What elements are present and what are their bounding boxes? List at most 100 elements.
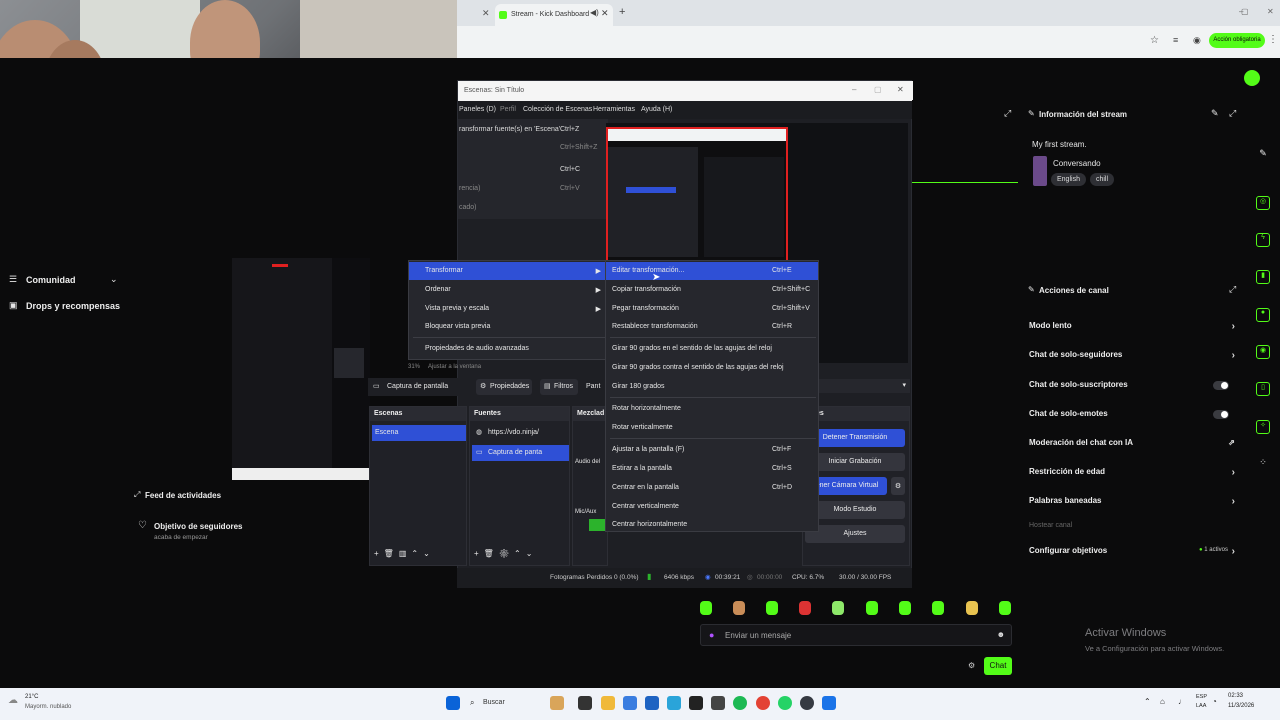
edit-icon[interactable]: ✎ [1211,108,1219,119]
widgets-icon[interactable] [550,696,564,710]
terminal-icon[interactable] [689,696,703,710]
menu-item-lock-preview[interactable]: Bloquear vista previa [409,318,605,336]
spotify-icon[interactable] [733,696,747,710]
menu-panels[interactable]: Paneles (D) [459,106,496,113]
menu-item-copy-transform[interactable]: Copiar transformación Ctrl+Shift+C [606,281,818,299]
menu-item-order[interactable]: Ordenar ▶ [409,281,605,299]
chat-input[interactable]: ● Enviar un mensaje ☻ [700,624,1012,646]
emote[interactable] [966,601,978,615]
emote[interactable] [799,601,811,615]
new-tab-icon[interactable]: + [619,6,625,18]
close-tab-icon[interactable]: ✕ [601,8,609,19]
toggle-switch[interactable] [1213,381,1229,390]
scene-item[interactable]: Escena [372,425,466,441]
action-followers-only[interactable]: Chat de solo-seguidores › [1029,350,1239,368]
sidebar-item-drops[interactable]: Drops y recompensas [26,301,120,311]
taskbar-search[interactable]: Buscar [483,699,505,706]
menu-item-center-horizontal[interactable]: Centrar horizontalmente [606,516,818,534]
edit-menu-label[interactable]: cado) [459,204,477,211]
menu-item-flip-vertical[interactable]: Rotar verticalmente [606,419,818,437]
menu-item-flip-horizontal[interactable]: Rotar horizontalmente [606,400,818,418]
clipboard-icon[interactable]: ▮ [1256,270,1270,284]
virtual-cam-settings-icon[interactable]: ⚙ [891,477,905,495]
task-view-icon[interactable] [578,696,592,710]
menu-item-edit-transform[interactable]: Editar transformación... Ctrl+E [606,262,818,280]
action-banned-words[interactable]: Palabras baneadas › [1029,496,1239,514]
menu-tools[interactable]: Herramientas [593,106,635,113]
emote[interactable] [932,601,944,615]
calculator-icon[interactable] [711,696,725,710]
emote[interactable] [999,601,1011,615]
settings-button[interactable]: Ajustes [805,525,905,543]
bolt-icon[interactable]: ϟ [1256,233,1270,247]
action-configure-goals[interactable]: Configurar objetivos ● 1 activos › [1029,546,1239,564]
language[interactable]: ESP [1196,694,1207,700]
edit-menu-item[interactable]: ransformar fuente(s) en 'Escena' [459,126,560,133]
action-required-button[interactable]: Acción obligatoria [1209,33,1265,48]
source-item-capture[interactable]: ▭ Captura de panta [472,445,569,461]
network-icon[interactable]: ⌂ [1160,697,1165,706]
emote[interactable] [700,601,712,615]
source-controls[interactable]: +🗑⚙⌃⌄ [474,549,537,558]
expand-icon[interactable]: ⤢ [1229,108,1236,119]
target-icon[interactable]: ◎ [1256,196,1270,210]
menu-item-transform[interactable]: Transformar ▶ [409,262,605,280]
emote[interactable] [832,601,844,615]
app-icon[interactable] [822,696,836,710]
pencil-icon[interactable]: ✎ [1256,148,1270,162]
menu-item-advanced-audio[interactable]: Propiedades de audio avanzadas [409,340,605,358]
preview-source-capture[interactable] [606,127,788,263]
toggle-switch[interactable] [1213,410,1229,419]
menu-help[interactable]: Ayuda (H) [641,106,672,113]
mic-icon[interactable]: ♩ [1178,697,1186,706]
minimize-icon[interactable]: – [852,85,856,94]
start-recording-button[interactable]: Iniciar Grabación [805,453,905,471]
scene-controls[interactable]: +🗑▥⌃⌄ [374,549,435,558]
menu-item-rotate-cw[interactable]: Girar 90 grados en el sentido de las agu… [606,340,818,358]
menu-item-fit-screen[interactable]: Ajustar a la pantalla (F) Ctrl+F [606,441,818,459]
emote[interactable] [733,601,745,615]
clock-date[interactable]: 11/3/2026 [1228,703,1254,709]
user-avatar[interactable] [1244,70,1260,86]
close-tab-icon[interactable]: ✕ [482,8,490,19]
menu-item-rotate-ccw[interactable]: Girar 90 grados contra el sentido de las… [606,359,818,377]
action-slow-mode[interactable]: Modo lento › [1029,321,1239,339]
properties-button[interactable]: ⚙ Propiedades [476,379,532,395]
close-window-icon[interactable]: ✕ [1267,7,1274,16]
profile-icon[interactable]: ◉ [1193,35,1201,46]
filters-button[interactable]: ▤ Filtros [540,379,578,395]
edit-menu-label[interactable]: rencia) [459,185,480,192]
emote[interactable] [866,601,878,615]
studio-mode-button[interactable]: Modo Estudio [805,501,905,519]
outlook-icon[interactable] [645,696,659,710]
action-ai-moderation[interactable]: Moderación del chat con IA ⇗ [1029,438,1239,456]
speaker-icon[interactable]: ◀) [590,8,599,17]
menu-profile[interactable]: Perfil [500,106,516,113]
fit-window-label[interactable]: Ajustar a la ventana [428,364,481,370]
sidebar-item-community[interactable]: Comunidad [26,275,76,285]
stop-streaming-button[interactable]: Detener Transmisión [805,429,905,447]
close-window-icon[interactable]: ✕ [897,85,904,94]
menu-kebab-icon[interactable]: ⋮ [1268,34,1278,45]
menu-scene-collection[interactable]: Colección de Escenas [523,106,592,113]
edge-icon[interactable] [667,696,681,710]
expand-icon[interactable]: ⤢ [134,490,140,500]
emote[interactable] [899,601,911,615]
screen-button-label[interactable]: Pant [586,383,600,390]
chat-send-button[interactable]: Chat [984,657,1012,675]
settings-dots-icon[interactable]: ⁘ [1256,457,1270,471]
clock-time[interactable]: 02:33 [1228,693,1243,699]
broadcast-icon[interactable]: ◉ [1256,345,1270,359]
expand-icon[interactable]: ⤢ [1004,108,1011,119]
zoom-level[interactable]: 31% [408,364,420,370]
maximize-icon[interactable]: ▢ [1241,7,1249,16]
wifi-icon[interactable]: ◔ [1212,697,1217,706]
windows-start-icon[interactable] [446,696,460,710]
wrench-icon[interactable]: ✧ [1256,420,1270,434]
chevron-up-icon[interactable]: ⌃ [1144,697,1151,706]
emote[interactable] [766,601,778,615]
menu-item-paste-transform[interactable]: Pegar transformación Ctrl+Shift+V [606,300,818,318]
menu-item-center-vertical[interactable]: Centrar verticalmente [606,498,818,516]
reading-list-icon[interactable]: ≡ [1173,35,1178,45]
action-emotes-only[interactable]: Chat de solo-emotes [1029,409,1239,427]
